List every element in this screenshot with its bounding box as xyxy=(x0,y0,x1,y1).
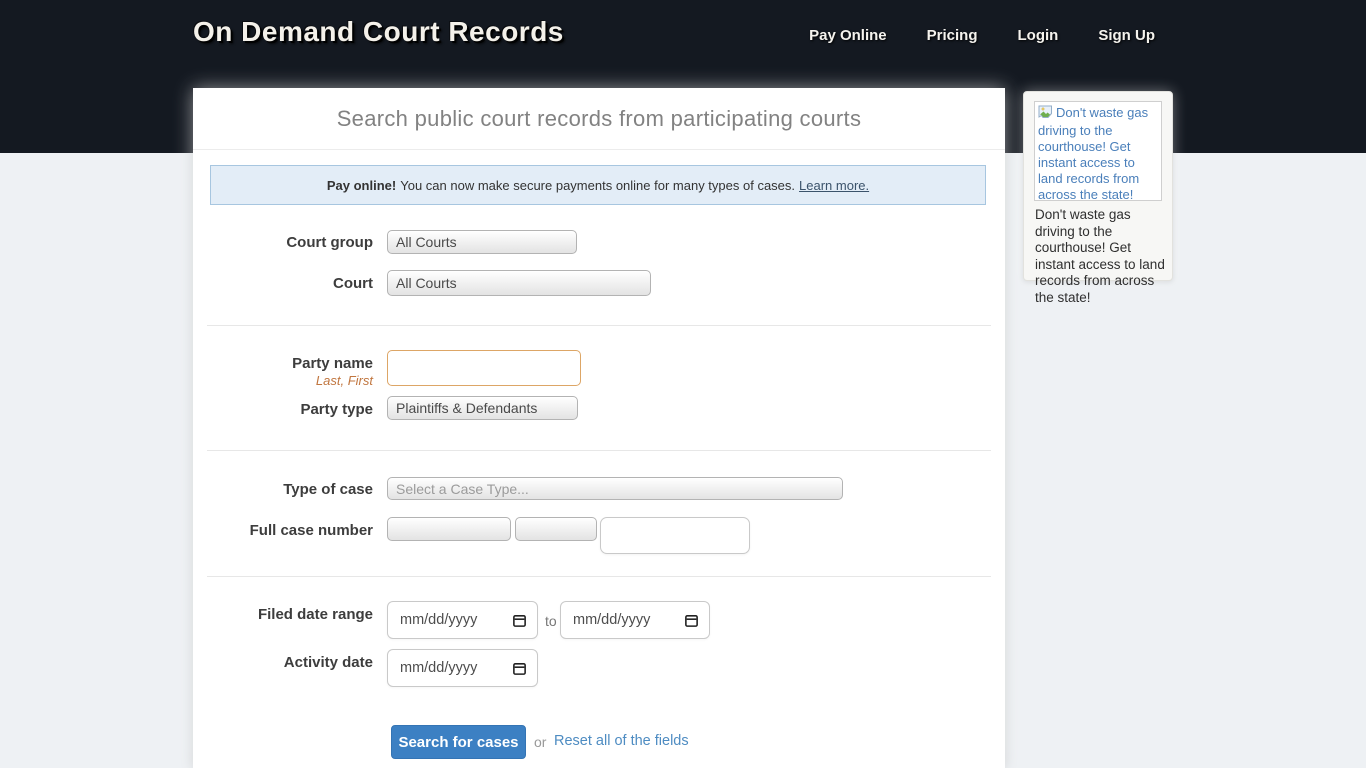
site-title[interactable]: On Demand Court Records xyxy=(193,16,564,48)
case-number-part2-input[interactable] xyxy=(515,517,597,541)
party-name-label: Party name Last, First xyxy=(193,355,373,388)
court-group-select[interactable]: All Courts xyxy=(387,230,577,254)
calendar-icon[interactable] xyxy=(512,613,527,628)
search-panel: Search public court records from partici… xyxy=(193,88,1005,768)
nav-login[interactable]: Login xyxy=(1018,27,1059,44)
court-group-label: Court group xyxy=(193,234,373,251)
sidebar-ad-card: Don't waste gas driving to the courthous… xyxy=(1023,91,1173,281)
filed-date-end-input[interactable]: mm/dd/yyyy xyxy=(560,601,710,639)
filed-date-start-input[interactable]: mm/dd/yyyy xyxy=(387,601,538,639)
calendar-icon[interactable] xyxy=(512,661,527,676)
page-title: Search public court records from partici… xyxy=(337,106,862,132)
notice-body: You can now make secure payments online … xyxy=(400,178,795,193)
date-placeholder: mm/dd/yyyy xyxy=(400,660,477,676)
case-type-label: Type of case xyxy=(193,481,373,498)
party-type-label: Party type xyxy=(193,401,373,418)
section-divider xyxy=(207,450,991,451)
date-placeholder: mm/dd/yyyy xyxy=(400,612,477,628)
broken-image-icon xyxy=(1038,105,1055,123)
activity-date-label: Activity date xyxy=(193,654,373,671)
search-for-cases-button[interactable]: Search for cases xyxy=(391,725,526,759)
activity-date-input[interactable]: mm/dd/yyyy xyxy=(387,649,538,687)
case-number-part1-input[interactable] xyxy=(387,517,511,541)
notice-lead: Pay online! xyxy=(327,178,396,193)
case-number-label: Full case number xyxy=(193,522,373,539)
pay-online-notice: Pay online! You can now make secure paym… xyxy=(210,165,986,205)
court-select[interactable]: All Courts xyxy=(387,270,651,296)
nav-pay-online[interactable]: Pay Online xyxy=(809,27,887,44)
calendar-icon[interactable] xyxy=(684,613,699,628)
section-divider xyxy=(207,325,991,326)
filed-date-label: Filed date range xyxy=(193,606,373,623)
party-name-hint: Last, First xyxy=(193,373,373,388)
learn-more-link[interactable]: Learn more. xyxy=(799,178,869,193)
case-type-select[interactable]: Select a Case Type... xyxy=(387,477,843,500)
date-range-to-word: to xyxy=(545,613,557,629)
ad-caption-text: Don't waste gas driving to the courthous… xyxy=(1035,207,1165,306)
reset-fields-link[interactable]: Reset all of the fields xyxy=(554,733,689,749)
party-name-input[interactable] xyxy=(387,350,581,386)
page: On Demand Court Records Pay Online Prici… xyxy=(0,0,1366,768)
main-nav: Pay Online Pricing Login Sign Up xyxy=(809,27,1155,44)
date-placeholder: mm/dd/yyyy xyxy=(573,612,650,628)
nav-sign-up[interactable]: Sign Up xyxy=(1098,27,1155,44)
case-number-part3-input[interactable] xyxy=(600,517,750,554)
land-records-ad-link[interactable]: Don't waste gas driving to the courthous… xyxy=(1034,101,1162,201)
search-panel-header: Search public court records from partici… xyxy=(193,88,1005,150)
party-type-select[interactable]: Plaintiffs & Defendants xyxy=(387,396,578,420)
nav-pricing[interactable]: Pricing xyxy=(927,27,978,44)
or-word: or xyxy=(534,734,546,750)
court-label: Court xyxy=(193,275,373,292)
section-divider xyxy=(207,576,991,577)
